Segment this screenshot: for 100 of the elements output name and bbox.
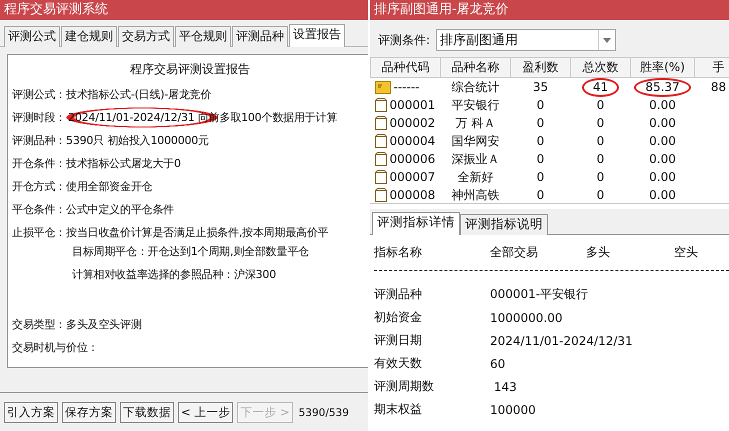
action-button[interactable]: 下载数据	[120, 402, 174, 423]
metric-value: 100000	[490, 402, 536, 416]
field-value: 按当日收盘价计算是否满足止损条件,按本周期最高价平	[66, 225, 329, 240]
metric-label: 评测日期	[374, 332, 423, 349]
column-header: 全部交易	[490, 244, 539, 261]
table-cell: 000001	[390, 98, 436, 112]
metric-value: 60	[490, 356, 506, 370]
document-icon	[374, 134, 386, 148]
field-value: 技术指标公式屠龙大于0	[66, 156, 181, 171]
condition-label: 评测条件:	[378, 32, 430, 48]
action-button[interactable]: 保存方案	[62, 402, 116, 423]
table-cell-text: 0	[596, 187, 606, 203]
table-cell-text: 0	[536, 97, 546, 114]
report-line: 计算相对收益率选择的参照品种：沪深300	[72, 267, 276, 283]
table-cell-text: 0.00	[648, 133, 677, 150]
column-header[interactable]: 手	[694, 58, 729, 78]
metric-value: 1000000.00	[490, 310, 563, 324]
document-icon	[374, 152, 386, 166]
table-cell: 000008	[390, 188, 436, 202]
metric-value: 143	[492, 380, 517, 394]
table-cell: 0.00	[630, 96, 694, 114]
column-header[interactable]: 盈利数	[510, 58, 570, 78]
field-label: 开仓方式：	[12, 179, 66, 194]
table-cell-text: 0	[596, 133, 606, 150]
tab[interactable]: 评测品种	[232, 26, 288, 47]
table-cell-text: 0	[596, 115, 606, 132]
table-cell-text: 0	[536, 187, 546, 203]
field-value: 技术指标公式-(日线)-屠龙竞价	[66, 87, 212, 102]
column-header: 指标名称	[374, 244, 423, 261]
table-cell-text: 0.00	[648, 151, 677, 168]
table-cell: 综合统计	[440, 78, 510, 96]
metric-label: 评测品种	[374, 286, 423, 303]
field-value: 使用全部资金开仓	[66, 179, 152, 194]
column-header[interactable]: 胜率(%)	[630, 58, 694, 78]
field-label: 评测品种：	[12, 133, 66, 148]
table-cell-text: 万 科Ａ	[454, 114, 496, 132]
metric-label: 初始资金	[374, 309, 423, 326]
metric-label: 有效天数	[374, 355, 423, 372]
metric-value: 000001-平安银行	[490, 286, 588, 303]
column-header: 多头	[586, 244, 611, 261]
field-label: 交易时机与价位：	[12, 340, 98, 355]
table-cell: 000007	[390, 170, 436, 184]
tab[interactable]: 交易方式	[118, 26, 174, 47]
tab[interactable]: 建仓规则	[61, 26, 117, 47]
document-icon	[374, 170, 386, 184]
table-cell-text: 平安银行	[450, 96, 500, 114]
field-value: 公式中定义的平仓条件	[66, 202, 174, 217]
table-cell-text: 0	[596, 169, 606, 186]
action-button[interactable]: < 上一步	[178, 402, 234, 423]
table-cell: 88	[694, 78, 729, 96]
tab[interactable]: 平仓规则	[175, 26, 231, 47]
circled-value: 85.37	[634, 78, 691, 97]
field-label: 评测时段：	[12, 110, 66, 125]
metric-label: 评测周期数	[374, 378, 435, 395]
folder-icon	[374, 80, 390, 94]
column-header: 空头	[674, 244, 699, 261]
metric-value: 2024/11/01-2024/12/31	[490, 334, 633, 348]
tab[interactable]: 评测公式	[4, 26, 60, 47]
field-label: 交易类型：	[12, 317, 66, 332]
table-cell-text: 0	[536, 115, 546, 132]
table-cell: 0	[570, 96, 630, 114]
field-label: 平仓条件：	[12, 202, 66, 217]
report-heading: 程序交易评测设置报告	[129, 61, 251, 78]
field-value: 5390只 初始投入1000000元	[66, 133, 209, 148]
table-cell-text: 0.00	[648, 115, 677, 132]
table-cell: 35	[510, 78, 570, 96]
field-value: 多头及空头评测	[66, 317, 142, 332]
table-cell-text: 神州高铁	[450, 186, 500, 203]
tab[interactable]: 评测指标详情	[372, 212, 460, 235]
table-cell: 000002	[390, 116, 436, 130]
column-header[interactable]: 总次数	[570, 58, 630, 78]
field-label: 止损平仓：	[12, 225, 66, 240]
column-header[interactable]: 品种代码	[370, 58, 440, 78]
table-cell-text: 国华网安	[450, 132, 500, 150]
action-button[interactable]: 引入方案	[4, 402, 58, 423]
condition-dropdown[interactable]: 排序副图通用	[436, 29, 616, 51]
column-header[interactable]: 品种名称	[440, 58, 510, 78]
dropdown-arrow-icon	[603, 38, 612, 42]
metric-label: 期末权益	[374, 401, 423, 418]
table-cell-text: 全新好	[456, 168, 494, 186]
tab[interactable]: 评测指标说明	[460, 214, 548, 235]
circled-value: 41	[582, 78, 620, 97]
table-cell-text: 0	[536, 169, 546, 186]
document-icon	[374, 116, 386, 130]
table-cell-text: 0.00	[648, 169, 677, 186]
field-label: 评测公式：	[12, 87, 66, 102]
table-cell: 000006	[390, 152, 436, 166]
table-cell: ------	[394, 80, 420, 94]
field-label: 开仓条件：	[12, 156, 66, 171]
document-icon	[374, 98, 386, 112]
report-line: 目标周期平仓：开仓达到1个周期,则全部数量平仓	[72, 244, 309, 260]
window-title: 排序副图通用-屠龙竞价	[370, 0, 729, 20]
tab[interactable]: 设置报告	[289, 24, 345, 47]
table-cell-text: 0	[596, 151, 606, 168]
table-cell: 000004	[390, 134, 436, 148]
table-cell-text: 0	[536, 151, 546, 168]
progress-count: 5390/539	[298, 406, 349, 418]
table-cell-text: 0	[536, 133, 546, 150]
table-cell-text: 0.00	[648, 187, 677, 203]
table-cell-text: 深振业Ａ	[450, 150, 500, 168]
